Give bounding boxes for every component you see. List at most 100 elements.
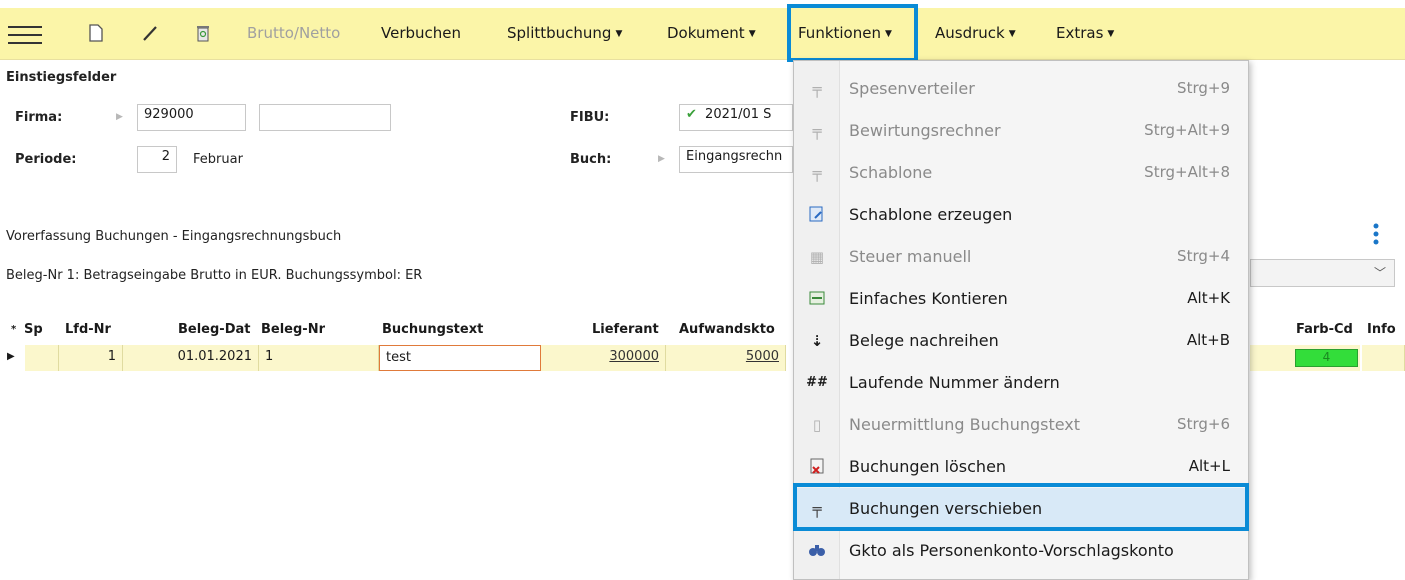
menu-item-bewirtungsrechner[interactable]: ╤ Bewirtungsrechner Strg+Alt+9: [794, 110, 1248, 152]
firma-label: Firma:: [15, 110, 63, 125]
lookup-arrow-icon[interactable]: ▶: [658, 154, 665, 164]
periode-label: Periode:: [15, 152, 77, 167]
cell-beleg-dat[interactable]: 01.01.2021: [123, 345, 259, 371]
menu-item-shortcut: Strg+4: [1177, 247, 1230, 265]
binoculars-icon: [806, 540, 828, 562]
col-header-lfd-nr[interactable]: Lfd-Nr: [65, 322, 111, 337]
menu-item-shortcut: Strg+Alt+9: [1144, 121, 1230, 139]
menu-item-shortcut: Alt+L: [1188, 457, 1230, 475]
menu-item-neuermittlung-buchungstext[interactable]: ▯ Neuermittlung Buchungstext Strg+6: [794, 404, 1248, 446]
menu-item-label: Bewirtungsrechner: [849, 121, 1001, 140]
col-header-buchungstext[interactable]: Buchungstext: [382, 322, 483, 337]
menu-item-highlight-frame: [793, 483, 1249, 531]
menu-item-label: Schablone erzeugen: [849, 205, 1013, 224]
menu-item-gkto-vorschlagskonto[interactable]: Gkto als Personenkonto-Vorschlagskonto: [794, 530, 1248, 572]
caret-down-icon: ▼: [1107, 29, 1115, 39]
fibu-field[interactable]: ✔ 2021/01 S: [679, 104, 793, 131]
periode-input[interactable]: 2: [137, 146, 177, 173]
menu-item-label: Gkto als Personenkonto-Vorschlagskonto: [849, 541, 1174, 560]
chevron-down-icon: ﹀: [1373, 266, 1386, 280]
buch-input[interactable]: Eingangsrechn: [679, 146, 793, 173]
lookup-arrow-icon[interactable]: ▶: [116, 112, 123, 122]
extras-label: Extras: [1056, 24, 1104, 42]
fibu-value: 2021/01 S: [705, 107, 772, 122]
section-title-einstiegsfelder: Einstiegsfelder: [6, 70, 117, 85]
pin-icon: ╤: [812, 122, 822, 140]
document-icon: ▯: [812, 416, 822, 434]
splittbuchung-menu[interactable]: Splittbuchung ▼: [507, 24, 622, 42]
menu-item-schablone-erzeugen[interactable]: Schablone erzeugen: [794, 194, 1248, 236]
cell-beleg-nr[interactable]: 1: [259, 345, 379, 371]
fibu-label: FIBU:: [570, 110, 610, 125]
menu-item-belege-nachreihen[interactable]: ⇣ Belege nachreihen Alt+B: [794, 320, 1248, 362]
menu-item-label: Buchungen löschen: [849, 457, 1007, 476]
menu-item-shortcut: Strg+9: [1177, 79, 1230, 97]
vorerfassung-title: Vorerfassung Buchungen - Eingangsrechnun…: [6, 229, 342, 244]
menu-item-label: Steuer manuell: [849, 247, 972, 266]
firma-input[interactable]: 929000: [137, 104, 246, 131]
caret-down-icon: ▼: [748, 29, 756, 39]
buch-label: Buch:: [570, 152, 612, 167]
pin-icon: ╤: [812, 80, 822, 98]
hash-icon: ##: [806, 375, 828, 390]
caret-down-icon: ▼: [615, 29, 623, 39]
caret-down-icon: ▼: [1008, 29, 1016, 39]
menu-item-einfaches-kontieren[interactable]: Einfaches Kontieren Alt+K: [794, 278, 1248, 320]
toolbar: Brutto/Netto Verbuchen Splittbuchung ▼ Do…: [0, 8, 1405, 60]
col-header-farb-cd[interactable]: Farb-Cd: [1296, 322, 1353, 337]
dokument-menu[interactable]: Dokument ▼: [667, 24, 756, 42]
menu-item-shortcut: Alt+B: [1186, 331, 1230, 349]
menu-item-label: Neuermittlung Buchungstext: [849, 415, 1081, 434]
menu-item-schablone[interactable]: ╤ Schablone Strg+Alt+8: [794, 152, 1248, 194]
verbuchen-button[interactable]: Verbuchen: [381, 24, 461, 42]
edit-pencil-icon[interactable]: [140, 22, 162, 44]
menu-item-steuer-manuell[interactable]: ▦ Steuer manuell Strg+4: [794, 236, 1248, 278]
pin-icon: ╤: [812, 164, 822, 182]
menu-item-label: Schablone: [849, 163, 933, 182]
cell-lieferant[interactable]: 300000: [541, 345, 666, 371]
cell-aufwandskto[interactable]: 5000: [666, 345, 786, 371]
template-icon: [806, 204, 828, 226]
view-select-dropdown[interactable]: ﹀: [1250, 259, 1395, 287]
beleg-info-text: Beleg-Nr 1: Betragseingabe Brutto in EUR…: [6, 268, 423, 283]
ausdruck-menu[interactable]: Ausdruck ▼: [935, 24, 1016, 42]
cell-sp[interactable]: [25, 345, 59, 371]
more-options-icon[interactable]: [1371, 221, 1381, 247]
sort-icon[interactable]: *: [11, 324, 16, 335]
brutto-netto-button[interactable]: Brutto/Netto: [247, 24, 340, 42]
menu-item-spesenverteiler[interactable]: ╤ Spesenverteiler Strg+9: [794, 68, 1248, 110]
splittbuchung-label: Splittbuchung: [507, 24, 612, 42]
menu-item-shortcut: Alt+K: [1187, 289, 1230, 307]
col-header-info[interactable]: Info: [1367, 322, 1396, 337]
cell-info[interactable]: [1362, 345, 1405, 371]
col-header-beleg-nr[interactable]: Beleg-Nr: [261, 322, 325, 337]
menu-item-label: Belege nachreihen: [849, 331, 999, 350]
menu-item-shortcut: Strg+Alt+8: [1144, 163, 1230, 181]
col-header-sp[interactable]: Sp: [24, 322, 43, 337]
extras-menu[interactable]: Extras ▼: [1056, 24, 1114, 42]
col-header-lieferant[interactable]: Lieferant: [592, 322, 659, 337]
cell-buchungstext[interactable]: test: [379, 345, 541, 371]
dokument-label: Dokument: [667, 24, 745, 42]
menu-item-laufende-nummer-aendern[interactable]: ## Laufende Nummer ändern: [794, 362, 1248, 404]
delete-doc-icon: [806, 456, 828, 478]
check-icon: ✔: [686, 107, 697, 122]
account-icon: [806, 288, 828, 310]
col-header-aufwandskto[interactable]: Aufwandskto: [679, 322, 775, 337]
firma-name-field: [259, 104, 391, 131]
periode-month-text: Februar: [193, 152, 243, 167]
funktionen-highlight-frame: [787, 4, 918, 62]
menu-item-label: Einfaches Kontieren: [849, 289, 1008, 308]
cell-lfd-nr[interactable]: 1: [59, 345, 123, 371]
recycle-bin-icon[interactable]: [192, 22, 214, 44]
ausdruck-label: Ausdruck: [935, 24, 1005, 42]
menu-item-buchungen-loeschen[interactable]: Buchungen löschen Alt+L: [794, 446, 1248, 488]
calculator-icon: ▦: [809, 248, 825, 266]
col-header-beleg-dat[interactable]: Beleg-Dat: [178, 322, 250, 337]
menu-item-label: Laufende Nummer ändern: [849, 373, 1060, 392]
sort-icon: ⇣: [810, 332, 824, 350]
new-document-icon[interactable]: [84, 22, 106, 44]
hamburger-menu-icon[interactable]: [8, 26, 42, 44]
cell-farb-cd[interactable]: 4: [1295, 349, 1358, 367]
menu-item-label: Spesenverteiler: [849, 79, 975, 98]
